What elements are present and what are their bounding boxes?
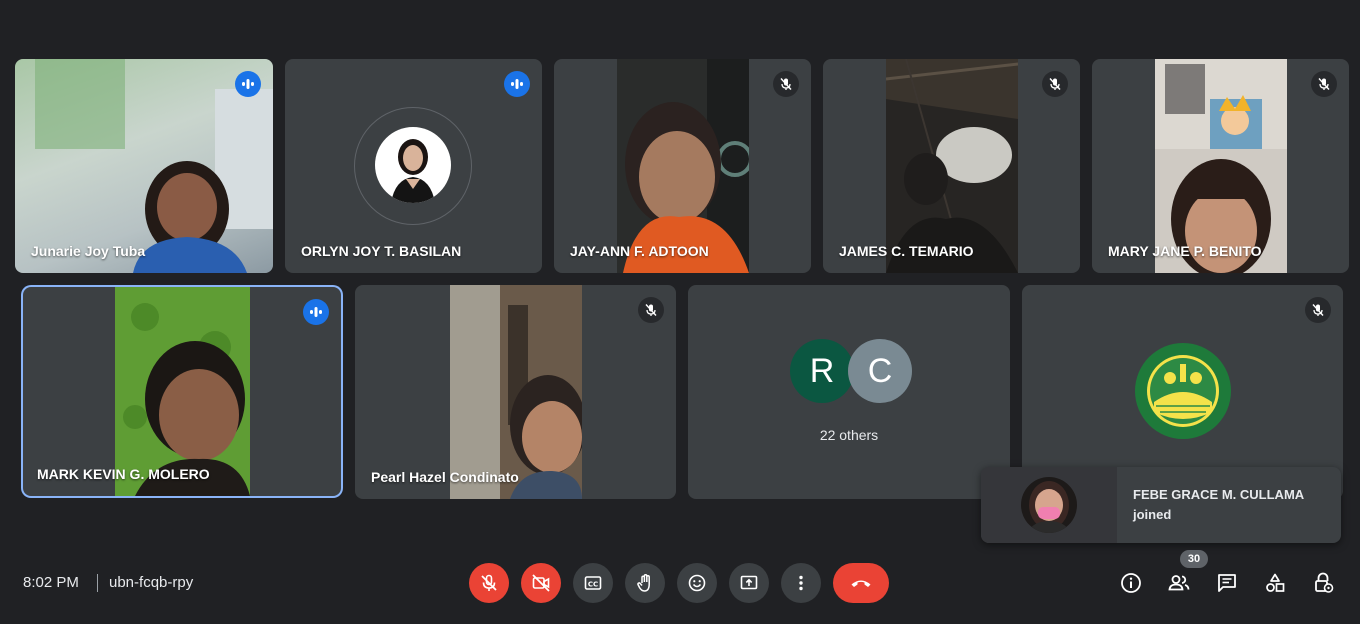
mic-off-icon <box>481 574 497 591</box>
participant-video <box>450 285 582 499</box>
organization-seal-logo <box>1134 342 1232 440</box>
activities-button[interactable] <box>1262 570 1288 596</box>
microphone-toggle-button[interactable] <box>469 563 509 603</box>
mic-muted-icon <box>1305 297 1331 323</box>
participant-video <box>115 287 250 496</box>
camera-off-icon <box>532 574 550 592</box>
participant-name: JAY-ANN F. ADTOON <box>570 243 709 259</box>
activities-shapes-icon <box>1266 573 1285 592</box>
mic-muted-icon <box>1042 71 1068 97</box>
people-icon <box>1168 575 1190 591</box>
captions-button[interactable]: CC <box>573 563 613 603</box>
speaking-indicator-icon <box>303 299 329 325</box>
participant-video <box>15 59 273 273</box>
meeting-info-divider <box>97 574 98 592</box>
info-icon <box>1121 573 1141 593</box>
hand-icon <box>637 574 650 592</box>
reactions-button[interactable] <box>677 563 717 603</box>
participant-name: MARK KEVIN G. MOLERO <box>37 466 210 482</box>
people-count-badge: 30 <box>1180 550 1208 568</box>
participant-tile-mark-kevin[interactable]: MARK KEVIN G. MOLERO <box>23 287 341 496</box>
present-screen-button[interactable] <box>729 563 769 603</box>
emoji-icon <box>688 574 706 592</box>
participant-name: ORLYN JOY T. BASILAN <box>301 243 462 259</box>
participant-name: MARY JANE P. BENITO <box>1108 243 1262 259</box>
others-tile[interactable]: R C 22 others <box>688 285 1010 499</box>
host-controls-button[interactable] <box>1310 570 1336 596</box>
hang-up-icon <box>851 580 871 587</box>
notification-action: joined <box>1133 507 1172 522</box>
leave-call-button[interactable] <box>833 563 889 603</box>
speaking-indicator-icon <box>235 71 261 97</box>
chat-button[interactable] <box>1214 570 1240 596</box>
speaking-indicator-icon <box>504 71 530 97</box>
participant-tile-pearl-hazel[interactable]: Pearl Hazel Condinato <box>355 285 676 499</box>
mic-muted-icon <box>773 71 799 97</box>
more-vert-icon <box>799 575 803 591</box>
notification-name: FEBE GRACE M. CULLAMA <box>1133 487 1305 502</box>
participant-tile-jay-ann[interactable]: JAY-ANN F. ADTOON <box>554 59 811 273</box>
meeting-code: ubn-fcqb-rpy <box>109 574 194 591</box>
participant-name: Pearl Hazel Condinato <box>371 469 519 485</box>
participant-video <box>886 59 1018 273</box>
avatar-initial: R <box>809 351 835 390</box>
participant-video <box>1155 59 1287 273</box>
participant-tile-james[interactable]: JAMES C. TEMARIO <box>823 59 1080 273</box>
participant-tile-junarie[interactable]: Junarie Joy Tuba <box>15 59 273 273</box>
camera-toggle-button[interactable] <box>521 563 561 603</box>
others-avatar-c: C <box>848 339 912 403</box>
raise-hand-button[interactable] <box>625 563 665 603</box>
mic-muted-icon <box>1311 71 1337 97</box>
people-button[interactable] <box>1166 570 1192 596</box>
notification-avatar <box>1021 477 1077 533</box>
others-avatar-r: R <box>790 339 854 403</box>
more-options-button[interactable] <box>781 563 821 603</box>
closed-captions-icon: CC <box>584 576 602 590</box>
participant-name: JAMES C. TEMARIO <box>839 243 974 259</box>
host-controls-lock-icon <box>1315 572 1334 593</box>
meeting-time: 8:02 PM <box>23 574 79 591</box>
meeting-details-button[interactable] <box>1118 570 1144 596</box>
svg-text:CC: CC <box>588 581 598 589</box>
chat-icon <box>1218 574 1236 592</box>
join-notification[interactable]: FEBE GRACE M. CULLAMA joined <box>981 467 1341 543</box>
avatar-initial: C <box>867 351 893 390</box>
participant-name: Junarie Joy Tuba <box>31 243 146 259</box>
others-count-label: 22 others <box>819 427 879 443</box>
mic-muted-icon <box>638 297 664 323</box>
participant-video <box>617 59 749 273</box>
avatar <box>375 127 451 203</box>
present-screen-icon <box>740 575 758 590</box>
participant-tile-mary-jane[interactable]: MARY JANE P. BENITO <box>1092 59 1349 273</box>
participant-tile-orlyn[interactable]: ORLYN JOY T. BASILAN <box>285 59 542 273</box>
